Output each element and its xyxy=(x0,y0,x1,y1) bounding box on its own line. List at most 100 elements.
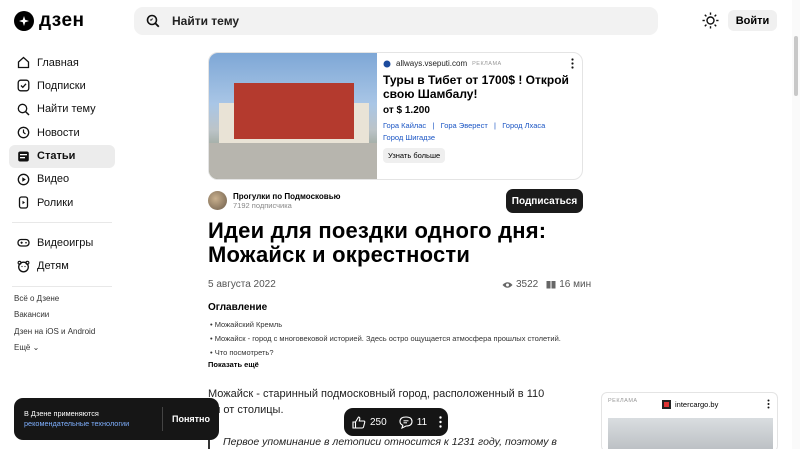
footer-link[interactable]: Дзен на iOS и Android xyxy=(14,324,95,340)
views-stat: 3522 xyxy=(502,279,538,290)
footer-more[interactable]: Ещё ⌄ xyxy=(14,340,95,356)
ad-body: allways.vseputi.com РЕКЛАМА Туры в Тибет… xyxy=(383,59,576,163)
likes-count: 250 xyxy=(370,416,387,428)
logo[interactable]: дзен xyxy=(14,10,85,32)
sidebar-item-label: Найти тему xyxy=(37,103,96,116)
ad-link[interactable]: Гора Эверест xyxy=(441,121,488,130)
ad-links: Гора Кайлас | Гора Эверест | Город Лхаса… xyxy=(383,121,546,142)
shorts-icon xyxy=(18,196,29,209)
palace-red xyxy=(234,83,354,139)
square xyxy=(209,143,377,179)
chevron-down-icon: ⌄ xyxy=(32,342,40,352)
subscribe-button[interactable]: Подписаться xyxy=(506,189,583,213)
page: дзен Найти тему Войти Главная Подписки Н… xyxy=(0,0,800,449)
search-input[interactable]: Найти тему xyxy=(172,14,239,28)
author-name[interactable]: Прогулки по Подмосковью xyxy=(233,192,340,201)
footer-link[interactable]: Всё о Дзене xyxy=(14,291,95,307)
ad-site-icon xyxy=(383,60,391,67)
side-ad-tag: РЕКЛАМА xyxy=(608,398,638,404)
scrollbar-thumb[interactable] xyxy=(794,36,798,96)
ad-price: от $ 1.200 xyxy=(383,105,430,116)
sidebar-item-videogames[interactable]: Видеоигры xyxy=(9,231,115,254)
side-ad-domain-row: intercargo.by xyxy=(662,400,718,409)
search-icon xyxy=(17,103,30,116)
cookie-text: В Дзене применяются xyxy=(24,409,99,418)
subscriptions-icon xyxy=(17,79,30,92)
ad-cta-button[interactable]: Узнать больше xyxy=(383,148,446,163)
search-icon xyxy=(146,14,160,28)
article-title: Идеи для поездки одного дня: Можайск и о… xyxy=(208,218,547,267)
sidebar-item-news[interactable]: Новости xyxy=(9,121,115,144)
ad-image xyxy=(209,53,377,179)
sidebar-item-label: Видео xyxy=(37,173,70,186)
sidebar-item-label: Детям xyxy=(37,260,69,273)
author-subscribers: 7192 подписчика xyxy=(233,200,292,210)
articles-icon xyxy=(18,151,29,162)
video-icon xyxy=(17,173,30,186)
footer-links: Всё о Дзене Вакансии Дзен на iOS и Andro… xyxy=(14,291,95,356)
read-time-stat: 16 мин xyxy=(546,279,591,290)
ad-link[interactable]: Гора Кайлас xyxy=(383,121,426,130)
read-time: 16 мин xyxy=(559,279,592,290)
like-icon[interactable] xyxy=(352,415,366,429)
ad-domain[interactable]: allways.vseputi.com xyxy=(396,59,467,68)
comment-icon[interactable] xyxy=(399,415,413,429)
search-bar[interactable]: Найти тему xyxy=(134,7,658,35)
toc-item[interactable]: Можайский Кремль xyxy=(210,318,561,332)
ad-banner[interactable]: allways.vseputi.com РЕКЛАМА Туры в Тибет… xyxy=(208,52,583,180)
login-button[interactable]: Войти xyxy=(728,10,777,31)
ad-tag: РЕКЛАМА xyxy=(472,60,502,67)
more-icon[interactable] xyxy=(571,58,574,69)
gamepad-icon xyxy=(17,239,30,247)
sidebar-item-articles[interactable]: Статьи xyxy=(9,144,115,168)
sidebar-item-subscriptions[interactable]: Подписки xyxy=(9,74,115,97)
dzen-logo-icon xyxy=(14,11,34,31)
divider xyxy=(12,285,112,287)
ad-title[interactable]: Туры в Тибет от 1700$ ! Открой свою Шамб… xyxy=(383,73,576,101)
toc-list: Можайский Кремль Можайск - город с много… xyxy=(210,318,561,360)
ad-link[interactable]: Город Шигадзе xyxy=(383,133,435,142)
news-icon xyxy=(17,126,30,139)
comments-count: 11 xyxy=(416,416,428,428)
reactions-bar: 250 11 xyxy=(344,408,448,436)
toc-show-more[interactable]: Показать ещё xyxy=(208,360,259,369)
cookie-text-block: В Дзене применяются рекомендательные тех… xyxy=(14,409,162,429)
divider xyxy=(12,222,112,224)
sidebar-item-label: Главная xyxy=(37,56,79,69)
side-ad-site-icon xyxy=(662,400,671,409)
toc-item[interactable]: Можайск - город с многовековой историей.… xyxy=(210,332,561,346)
eye-icon xyxy=(502,281,513,288)
ad-link[interactable]: Город Лхаса xyxy=(502,121,545,130)
side-ad[interactable]: РЕКЛАМА intercargo.by xyxy=(601,392,778,449)
more-icon[interactable] xyxy=(767,399,770,409)
sidebar-item-label: Статьи xyxy=(37,150,76,163)
home-icon xyxy=(17,56,30,69)
avatar xyxy=(208,191,227,210)
cookie-ok-button[interactable]: Понятно xyxy=(163,414,219,424)
article-quote: Первое упоминание в летописи относится к… xyxy=(208,434,568,449)
cookie-link[interactable]: рекомендательные технологии xyxy=(24,419,129,428)
article-date: 5 августа 2022 xyxy=(208,279,276,290)
sidebar: Главная Подписки Найти тему Новости Стат… xyxy=(9,51,115,295)
sidebar-item-label: Новости xyxy=(37,126,80,139)
sidebar-item-label: Ролики xyxy=(37,196,74,209)
side-ad-domain[interactable]: intercargo.by xyxy=(675,400,718,409)
sidebar-item-shorts[interactable]: Ролики xyxy=(9,191,115,214)
article-stats: 3522 16 мин xyxy=(502,279,591,290)
sidebar-item-home[interactable]: Главная xyxy=(9,51,115,74)
footer-link[interactable]: Вакансии xyxy=(14,307,95,323)
author-block[interactable]: Прогулки по Подмосковью 7192 подписчика xyxy=(208,191,340,210)
sidebar-item-video[interactable]: Видео xyxy=(9,168,115,191)
ad-domain-row: allways.vseputi.com РЕКЛАМА xyxy=(383,59,576,68)
views-count: 3522 xyxy=(516,279,539,290)
sidebar-item-find-topic[interactable]: Найти тему xyxy=(9,98,115,121)
theme-toggle-icon[interactable] xyxy=(702,12,719,29)
sidebar-item-label: Видеоигры xyxy=(37,236,94,249)
sidebar-item-kids[interactable]: Детям xyxy=(9,255,115,278)
more-icon[interactable] xyxy=(439,416,442,428)
author-info: Прогулки по Подмосковью 7192 подписчика xyxy=(233,192,340,210)
toc-item[interactable]: Что посмотреть? xyxy=(210,346,561,360)
kids-icon xyxy=(17,260,30,273)
side-ad-image xyxy=(608,418,773,449)
toc-heading: Оглавление xyxy=(208,302,268,313)
